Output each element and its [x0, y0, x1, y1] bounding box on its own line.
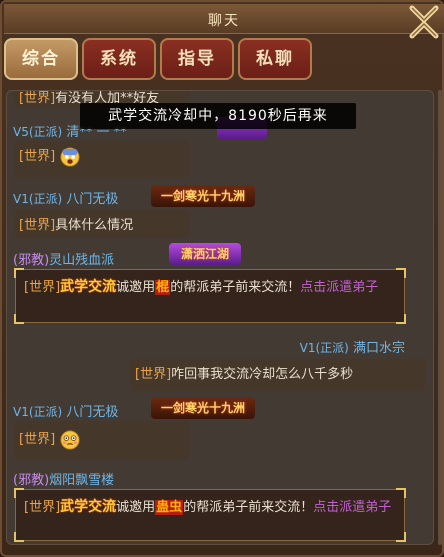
announcement-text: 的帮派弟子前来交流！ — [170, 280, 301, 295]
list-item: [世界] — [13, 141, 189, 177]
message-header: V1(正派) 八门无极 — [13, 188, 118, 207]
player-name[interactable]: 满口水宗 — [353, 341, 405, 356]
channel-tag: [世界] — [19, 218, 56, 233]
close-icon — [409, 5, 439, 39]
cooldown-toast: 武学交流冷却中，8190秒后再来 — [80, 103, 356, 129]
channel-tag: [世界] — [19, 91, 56, 106]
player-name[interactable]: 八门无极 — [66, 192, 118, 207]
skill-name: 棍 — [155, 280, 171, 295]
tab-private[interactable]: 私聊 — [238, 38, 312, 80]
list-item: [世界]具体什么情况 — [13, 210, 189, 238]
player-name[interactable]: 灵山残血派 — [49, 253, 114, 268]
close-button[interactable] — [402, 2, 442, 42]
list-item: [世界]咋回事我交流冷却怎么八千多秒 — [129, 359, 425, 391]
vip-tag: V1(正派) — [13, 192, 63, 206]
announcement-text: 诚邀用 — [116, 280, 156, 295]
channel-tag: [世界] — [135, 367, 172, 382]
message-header: V1(正派) 满口水宗 — [300, 337, 405, 356]
vip-tag: V1(正派) — [299, 341, 349, 355]
system-announcement: [世界]武学交流诚邀用棍的帮派弟子前来交流！点击派遣弟子 — [14, 268, 406, 324]
announcement-keyword: 武学交流 — [60, 499, 117, 515]
faction-tag: (邪教) — [13, 253, 50, 268]
title-badge: 一剑寒光十九洲 — [151, 397, 255, 419]
faction-tag: (邪教) — [13, 473, 50, 488]
vip-tag: V5(正派) — [13, 125, 63, 139]
channel-tag: [世界] — [24, 280, 61, 295]
scrollbar[interactable] — [438, 90, 442, 545]
system-announcement: [世界]武学交流诚邀用蛊虫的帮派弟子前来交流！点击派遣弟子 — [14, 488, 406, 542]
chat-log[interactable]: [世界]有没有人加**好友 V5(正派) 清** 一 ** [世界] V1(正派… — [6, 90, 434, 545]
tab-guide[interactable]: 指导 — [160, 38, 234, 80]
scared-face-icon — [60, 146, 80, 167]
window-title: 聊天 — [208, 13, 240, 29]
channel-tag: [世界] — [19, 149, 56, 164]
announcement-text: 诚邀用 — [116, 500, 156, 515]
player-name[interactable]: 八门无极 — [66, 405, 118, 420]
message-text: 咋回事我交流冷却怎么八千多秒 — [171, 367, 354, 382]
title-badge: 一剑寒光十九洲 — [151, 185, 255, 207]
message-header: (邪教)烟阳飘雪楼 — [13, 469, 114, 488]
channel-tag: [世界] — [19, 432, 56, 447]
skill-name: 蛊虫 — [155, 500, 184, 515]
title-bar: 聊天 — [4, 4, 444, 34]
dispatch-disciple-link[interactable]: 点击派遣弟子 — [300, 280, 378, 295]
flushed-face-icon — [60, 429, 80, 450]
title-badge: 潇洒江湖 — [169, 243, 241, 265]
message-header: V1(正派) 八门无极 — [13, 401, 118, 420]
vip-tag: V1(正派) — [13, 405, 63, 419]
list-item: [世界] — [13, 421, 189, 459]
message-text: 具体什么情况 — [55, 218, 134, 233]
tab-general[interactable]: 综合 — [4, 38, 78, 80]
announcement-text: 的帮派弟子前来交流！ — [183, 500, 314, 515]
announcement-keyword: 武学交流 — [60, 279, 117, 295]
channel-tag: [世界] — [24, 500, 61, 515]
tab-system[interactable]: 系统 — [82, 38, 156, 80]
message-header: (邪教)灵山残血派 — [13, 249, 114, 268]
dispatch-disciple-link[interactable]: 点击派遣弟子 — [313, 500, 391, 515]
player-name[interactable]: 烟阳飘雪楼 — [49, 473, 114, 488]
